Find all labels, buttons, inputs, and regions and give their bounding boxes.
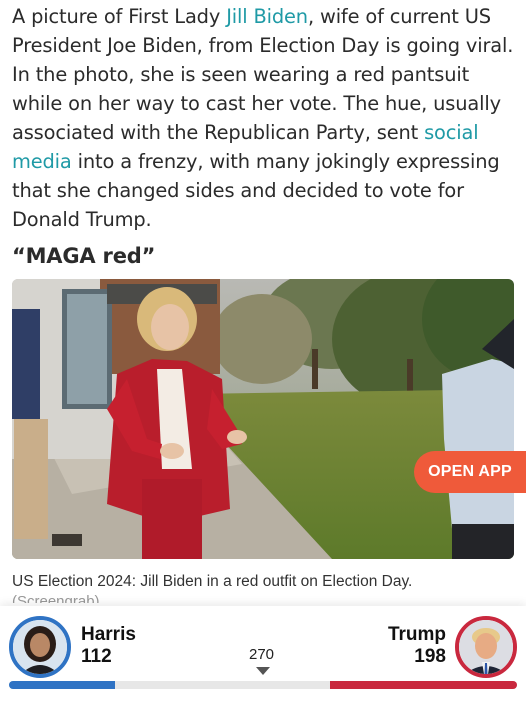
harris-electoral-votes: 112	[81, 646, 112, 667]
trump-progress-fill	[330, 681, 517, 689]
harris-progress-fill	[9, 681, 115, 689]
trump-avatar	[455, 616, 517, 678]
paragraph-text: A picture of First Lady	[12, 5, 227, 28]
photo-image	[12, 279, 514, 559]
link-jill-biden[interactable]: Jill Biden	[226, 5, 308, 28]
article-paragraph: A picture of First Lady Jill Biden, wife…	[12, 2, 518, 234]
harris-avatar	[9, 616, 71, 678]
harris-portrait-icon	[13, 620, 67, 674]
election-results-widget[interactable]: Harris 112 270 Trump 198	[0, 606, 526, 711]
paragraph-text: into a frenzy, with many jokingly expres…	[12, 150, 500, 231]
open-app-button[interactable]: OPEN APP	[414, 451, 526, 493]
section-heading: “MAGA red”	[12, 244, 156, 268]
harris-name: Harris	[81, 624, 136, 645]
triangle-down-icon	[256, 667, 270, 675]
trump-electoral-votes: 198	[414, 646, 446, 667]
photo-caption: US Election 2024: Jill Biden in a red ou…	[12, 573, 413, 590]
threshold-label: 270	[249, 646, 275, 663]
article-photo[interactable]	[12, 279, 514, 559]
photo-credit: (Screengrab)	[12, 595, 100, 603]
article-body: A picture of First Lady Jill Biden, wife…	[12, 2, 518, 234]
electoral-progress-bar	[9, 681, 517, 689]
trump-name: Trump	[387, 624, 446, 645]
trump-portrait-icon	[459, 620, 513, 674]
